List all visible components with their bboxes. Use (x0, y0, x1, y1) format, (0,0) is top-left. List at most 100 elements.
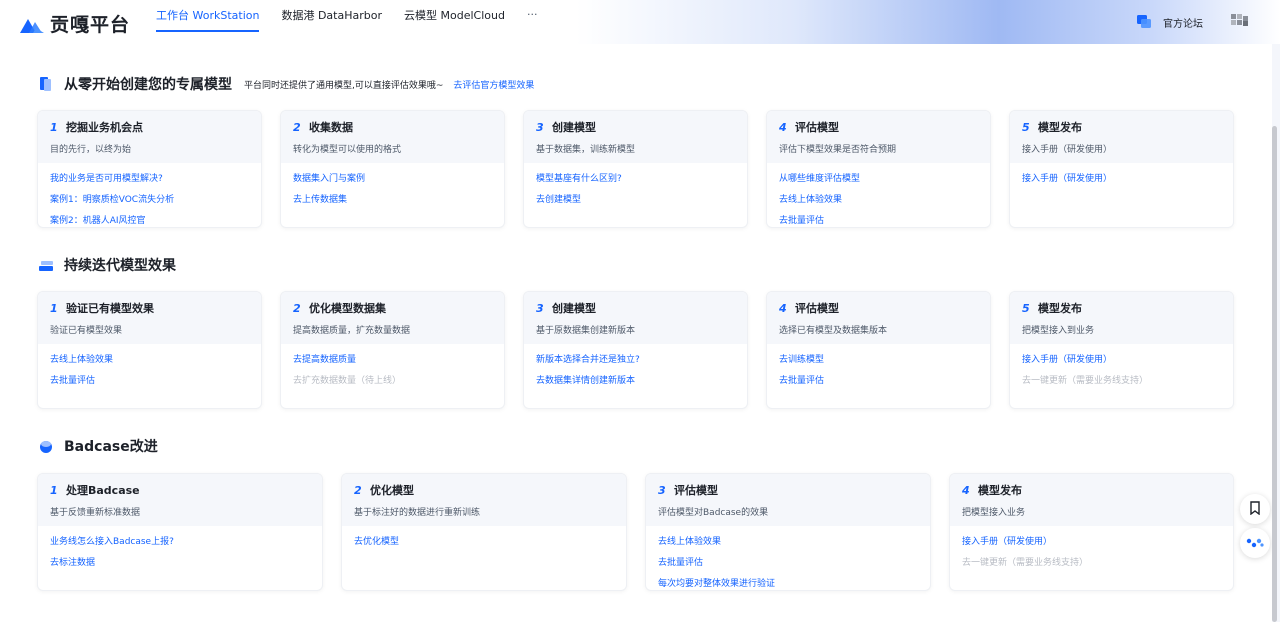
step-card: 1 处理Badcase 基于反馈重新标准数据 业务线怎么接入Badcase上报? … (37, 473, 323, 591)
step-link[interactable]: 案例2：机器人AI风控官 (50, 211, 249, 227)
step-title: 模型发布 (1038, 121, 1082, 134)
step-link[interactable]: 每次均要对整体效果进行验证 (658, 574, 918, 590)
step-card: 1 验证已有模型效果 验证已有模型效果 去线上体验效果 去批量评估 (37, 291, 262, 409)
step-description: 基于反馈重新标准数据 (50, 508, 141, 518)
nav-more-button[interactable]: ··· (527, 0, 538, 32)
step-description: 评估下模型效果是否符合预期 (779, 145, 897, 155)
step-link[interactable]: 去批量评估 (50, 371, 249, 392)
step-description: 选择已有模型及数据集版本 (779, 326, 888, 336)
step-card: 5 模型发布 把模型接入到业务 接入手册（研发使用） 去一键更新（需要业务线支持） (1009, 291, 1234, 409)
official-forum-link[interactable]: 官方论坛 (1137, 13, 1203, 32)
step-title: 评估模型 (674, 484, 718, 497)
app-name: 贡嘎平台 (50, 14, 131, 36)
step-card: 4 评估模型 评估下模型效果是否符合预期 从哪些维度评估模型 去线上体验效果 去批… (766, 110, 991, 228)
step-link-disabled: 去扩充数据数量（待上线） (293, 376, 402, 386)
step-link[interactable]: 业务线怎么接入Badcase上报? (50, 532, 310, 553)
step-description: 把模型接入业务 (962, 508, 1026, 518)
step-link-disabled: 去一键更新（需要业务线支持） (962, 558, 1089, 568)
step-number: 1 (50, 302, 58, 315)
step-card: 1 挖掘业务机会点 目的先行，以终为始 我的业务是否可用模型解决? 案例1：明察质… (37, 110, 262, 228)
step-card: 2 优化模型 基于标注好的数据进行重新训练 去优化模型 (341, 473, 627, 591)
step-link[interactable]: 去训练模型 (779, 350, 978, 371)
step-link[interactable]: 去批量评估 (779, 211, 978, 227)
step-description: 转化为模型可以使用的格式 (293, 145, 402, 155)
step-link[interactable]: 去批量评估 (658, 553, 918, 574)
step-description: 基于数据集，训练新模型 (536, 145, 636, 155)
bookmark-icon (1249, 500, 1261, 519)
step-title: 评估模型 (795, 302, 839, 315)
avatar[interactable] (1231, 14, 1249, 26)
step-link[interactable]: 案例1：明察质检VOC流失分析 (50, 190, 249, 211)
step-number: 3 (536, 121, 544, 134)
section-title: 从零开始创建您的专属模型 (64, 77, 232, 93)
step-description: 验证已有模型效果 (50, 326, 123, 336)
step-number: 2 (354, 484, 362, 497)
step-number: 1 (50, 121, 58, 134)
step-title: 创建模型 (552, 121, 596, 134)
book-icon (38, 76, 54, 92)
evaluate-official-model-link[interactable]: 去评估官方模型效果 (453, 78, 534, 91)
tab-workstation[interactable]: 工作台 WorkStation (156, 0, 260, 32)
step-link[interactable]: 去线上体验效果 (50, 350, 249, 371)
step-link[interactable]: 去上传数据集 (293, 190, 492, 211)
step-number: 5 (1022, 121, 1030, 134)
step-title: 模型发布 (978, 484, 1022, 497)
step-number: 4 (779, 302, 787, 315)
step-link[interactable]: 去数据集详情创建新版本 (536, 371, 735, 392)
step-link[interactable]: 接入手册（研发使用） (962, 532, 1221, 553)
step-link[interactable]: 新版本选择合并还是独立? (536, 350, 735, 371)
step-link[interactable]: 去创建模型 (536, 190, 735, 211)
step-number: 2 (293, 121, 301, 134)
step-description: 基于原数据集创建新版本 (536, 326, 636, 336)
step-link[interactable]: 去线上体验效果 (779, 190, 978, 211)
step-link[interactable]: 去批量评估 (779, 371, 978, 392)
section-title: Badcase改进 (64, 439, 158, 455)
step-card: 5 模型发布 接入手册（研发使用） 接入手册（研发使用） (1009, 110, 1234, 228)
step-title: 验证已有模型效果 (66, 302, 154, 315)
step-title: 收集数据 (309, 121, 353, 134)
step-card: 2 优化模型数据集 提高数据质量，扩充数量数据 去提高数据质量 去扩充数据数量（待… (280, 291, 505, 409)
main-content: 从零开始创建您的专属模型 平台同时还提供了通用模型,可以直接评估效果哦~ 去评估… (0, 44, 1272, 622)
step-title: 创建模型 (552, 302, 596, 315)
step-number: 1 (50, 484, 58, 497)
section-title: 持续迭代模型效果 (64, 258, 176, 274)
step-card: 2 收集数据 转化为模型可以使用的格式 数据集入门与案例 去上传数据集 (280, 110, 505, 228)
step-link[interactable]: 去提高数据质量 (293, 350, 492, 371)
step-link-disabled: 去一键更新（需要业务线支持） (1022, 376, 1149, 386)
bookmark-button[interactable] (1240, 494, 1270, 524)
step-number: 3 (536, 302, 544, 315)
step-title: 优化模型 (370, 484, 414, 497)
assistant-logo-icon (1246, 534, 1264, 553)
chat-icon (1137, 13, 1151, 32)
section-iterate-header: 持续迭代模型效果 (38, 255, 176, 275)
step-link[interactable]: 接入手册（研发使用） (1022, 169, 1221, 190)
step-link[interactable]: 去优化模型 (354, 532, 614, 553)
step-title: 评估模型 (795, 121, 839, 134)
step-title: 处理Badcase (66, 484, 140, 497)
step-description: 目的先行，以终为始 (50, 145, 132, 155)
step-link[interactable]: 接入手册（研发使用） (1022, 350, 1221, 371)
top-header: 贡嘎平台 工作台 WorkStation 数据港 DataHarbor 云模型 … (0, 0, 1280, 44)
step-link[interactable]: 从哪些维度评估模型 (779, 169, 978, 190)
step-link[interactable]: 去线上体验效果 (658, 532, 918, 553)
step-link[interactable]: 去标注数据 (50, 553, 310, 574)
step-link[interactable]: 模型基座有什么区别? (536, 169, 735, 190)
step-link[interactable]: 数据集入门与案例 (293, 169, 492, 190)
step-card: 3 创建模型 基于原数据集创建新版本 新版本选择合并还是独立? 去数据集详情创建新… (523, 291, 748, 409)
mountain-logo-icon (20, 14, 44, 34)
step-number: 3 (658, 484, 666, 497)
assistant-button[interactable] (1240, 528, 1270, 558)
layers-icon (38, 257, 54, 273)
tab-dataharbor[interactable]: 数据港 DataHarbor (281, 0, 382, 32)
step-description: 基于标注好的数据进行重新训练 (354, 508, 481, 518)
scrollbar[interactable] (1272, 126, 1277, 622)
section-badcase-header: Badcase改进 (38, 436, 158, 456)
step-number: 2 (293, 302, 301, 315)
app-logo[interactable]: 贡嘎平台 (20, 10, 130, 37)
step-link[interactable]: 我的业务是否可用模型解决? (50, 169, 249, 190)
step-card: 3 创建模型 基于数据集，训练新模型 模型基座有什么区别? 去创建模型 (523, 110, 748, 228)
tab-modelcloud[interactable]: 云模型 ModelCloud (404, 0, 505, 32)
section-create-model-header: 从零开始创建您的专属模型 平台同时还提供了通用模型,可以直接评估效果哦~ 去评估… (38, 74, 534, 94)
step-card: 4 模型发布 把模型接入业务 接入手册（研发使用） 去一键更新（需要业务线支持） (949, 473, 1234, 591)
forum-label: 官方论坛 (1163, 19, 1203, 30)
